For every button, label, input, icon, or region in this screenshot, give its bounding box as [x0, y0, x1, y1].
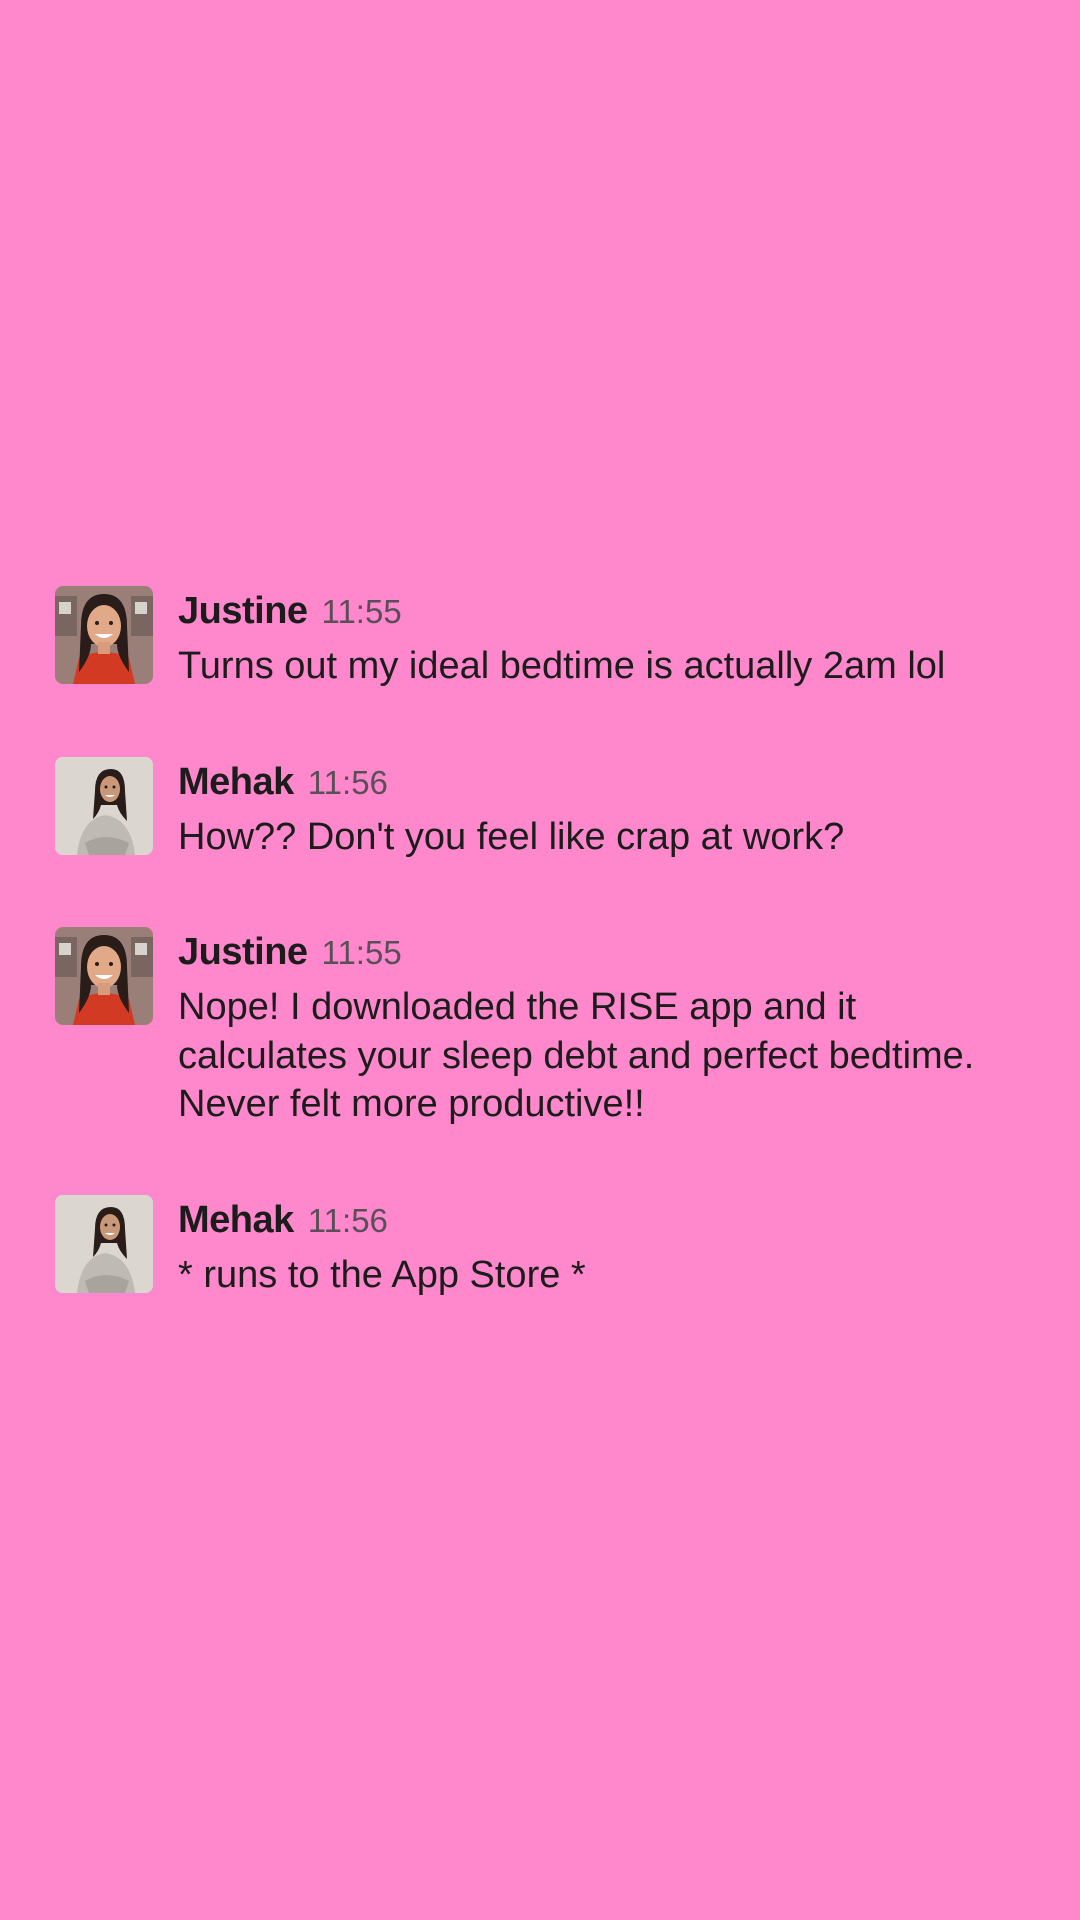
avatar-image — [55, 1195, 153, 1293]
message-timestamp[interactable]: 11:55 — [322, 930, 402, 976]
avatar-image — [55, 586, 153, 684]
message-text: Turns out my ideal bedtime is actually 2… — [178, 645, 946, 687]
message-text: Nope! I downloaded the RISE app and it c… — [178, 986, 975, 1125]
message-item: Justine 11:55 Nope! I downloaded the RIS… — [55, 927, 1035, 1129]
message-list: Justine 11:55 Turns out my ideal bedtime… — [55, 586, 1035, 1365]
sender-name[interactable]: Justine — [178, 929, 308, 975]
mehak-avatar[interactable] — [55, 1195, 153, 1293]
message-header: Mehak 11:56 — [178, 1197, 1035, 1243]
message-text: How?? Don't you feel like crap at work? — [178, 815, 845, 858]
message-item: Justine 11:55 Turns out my ideal bedtime… — [55, 586, 1035, 691]
message-timestamp[interactable]: 11:56 — [308, 760, 388, 806]
message-item: Mehak 11:56 * runs to the App Store * — [55, 1195, 1035, 1300]
message-header: Mehak 11:56 — [178, 759, 1035, 805]
message-item: Mehak 11:56 How?? Don't you feel like cr… — [55, 757, 1035, 862]
sender-name[interactable]: Mehak — [178, 1197, 294, 1243]
sender-name[interactable]: Justine — [178, 588, 308, 634]
mehak-avatar[interactable] — [55, 757, 153, 855]
sender-name[interactable]: Mehak — [178, 759, 294, 805]
message-header: Justine 11:55 — [178, 588, 1035, 634]
chat-screen: { "colors": { "background": "#ff88cc", "… — [0, 0, 1080, 1920]
message-header: Justine 11:55 — [178, 929, 1035, 975]
message-content: Justine 11:55 Turns out my ideal bedtime… — [178, 586, 1035, 691]
message-content: Mehak 11:56 * runs to the App Store * — [178, 1195, 1035, 1300]
message-timestamp[interactable]: 11:56 — [308, 1198, 388, 1244]
justine-avatar[interactable] — [55, 586, 153, 684]
message-text: * runs to the App Store * — [178, 1253, 586, 1296]
message-content: Mehak 11:56 How?? Don't you feel like cr… — [178, 757, 1035, 862]
avatar-image — [55, 757, 153, 855]
message-timestamp[interactable]: 11:55 — [322, 589, 402, 635]
justine-avatar[interactable] — [55, 927, 153, 1025]
message-content: Justine 11:55 Nope! I downloaded the RIS… — [178, 927, 1035, 1129]
avatar-image — [55, 927, 153, 1025]
